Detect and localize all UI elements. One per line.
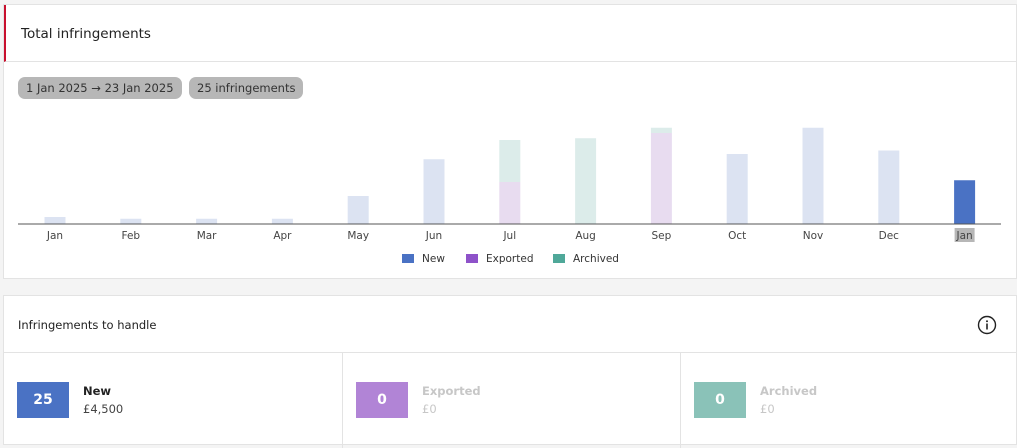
bar-archived-7[interactable]: [575, 138, 597, 224]
x-tick-label: Mar: [197, 230, 217, 242]
x-tick-label: Nov: [803, 230, 824, 242]
legend-swatch-new[interactable]: [402, 254, 414, 263]
legend-swatch-exported[interactable]: [466, 254, 478, 263]
x-tick-label: Jan: [46, 230, 63, 242]
x-tick-label: Aug: [575, 230, 596, 242]
tile-archived[interactable]: 0 Archived £0: [680, 353, 1017, 448]
bar-total-11[interactable]: [878, 150, 900, 225]
tile-new[interactable]: 25 New £4,500: [4, 353, 342, 448]
card-header: Infringements to handle: [4, 296, 1016, 353]
bar-new-12[interactable]: [954, 180, 976, 224]
bar-archived-8[interactable]: [650, 127, 672, 133]
x-tick-label: May: [347, 230, 369, 242]
tile-label: New: [83, 384, 112, 398]
bar-total-4[interactable]: [347, 196, 369, 224]
legend-label-exported[interactable]: Exported: [486, 253, 534, 265]
x-tick-label: Oct: [728, 230, 746, 242]
card-title: Infringements to handle: [18, 318, 157, 332]
x-tick-label: Jan: [956, 230, 973, 242]
bar-total-0[interactable]: [44, 217, 66, 224]
tile-amount: £4,500: [83, 402, 124, 416]
bar-total-5[interactable]: [423, 159, 445, 224]
bar-chart: Jan Feb Mar Apr May Jun Jul Aug Sep Oct Nov Dec Jan N…: [18, 127, 1001, 265]
tile-count-box: 0: [694, 382, 746, 418]
total-infringements-card: Total infringements 1 Jan 2025 → 23 Jan …: [3, 4, 1017, 279]
x-tick-label: Jul: [502, 230, 516, 242]
x-tick-label: Dec: [879, 230, 900, 242]
tile-label: Exported: [422, 384, 481, 398]
bar-total-3[interactable]: [271, 218, 293, 224]
tile-count-box: 0: [356, 382, 408, 418]
bar-total-1[interactable]: [120, 218, 142, 224]
bar-total-2[interactable]: [196, 218, 218, 224]
infringements-to-handle-card: Infringements to handle 25 New £4,500 0 …: [3, 295, 1017, 448]
bar-total-10[interactable]: [802, 127, 824, 224]
legend-label-new[interactable]: New: [422, 253, 445, 265]
tile-count-box: 25: [17, 382, 69, 418]
tile-label: Archived: [760, 384, 818, 398]
x-tick-label: Jun: [425, 230, 442, 242]
x-tick-label: Apr: [273, 230, 292, 242]
bar-archived-6[interactable]: [499, 140, 521, 182]
tile-exported[interactable]: 0 Exported £0: [342, 353, 680, 448]
bar-exported-6[interactable]: [499, 182, 521, 224]
x-tick-label: Sep: [652, 230, 672, 242]
bar-total-9[interactable]: [726, 154, 748, 224]
legend-label-archived[interactable]: Archived: [573, 253, 619, 265]
tile-amount: £0: [422, 402, 437, 416]
bar-exported-8[interactable]: [650, 133, 672, 224]
tile-amount: £0: [760, 402, 775, 416]
x-tick-label: Feb: [122, 230, 141, 242]
info-icon[interactable]: [977, 315, 997, 335]
legend-swatch-archived[interactable]: [553, 254, 565, 263]
